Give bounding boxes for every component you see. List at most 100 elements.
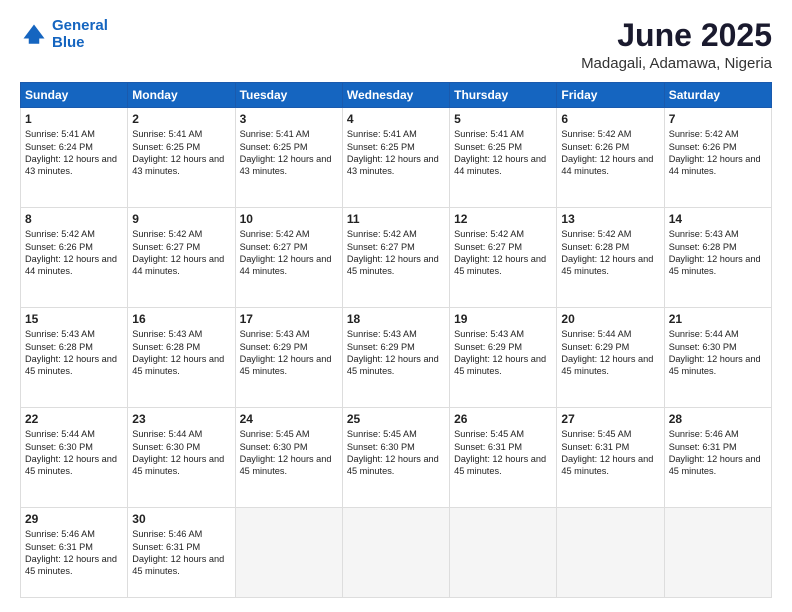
- cell-details: Sunrise: 5:44 AMSunset: 6:29 PMDaylight:…: [561, 328, 659, 378]
- calendar-cell: [235, 508, 342, 598]
- day-number: 22: [25, 412, 123, 426]
- cell-details: Sunrise: 5:42 AMSunset: 6:28 PMDaylight:…: [561, 228, 659, 278]
- calendar-cell: 13 Sunrise: 5:42 AMSunset: 6:28 PMDayligh…: [557, 208, 664, 308]
- calendar-cell: 10Sunrise: 5:42 AMSunset: 6:27 PMDayligh…: [235, 208, 342, 308]
- week-row-2: 8Sunrise: 5:42 AMSunset: 6:26 PMDaylight…: [21, 208, 772, 308]
- day-header-thursday: Thursday: [450, 83, 557, 108]
- cell-details: Sunrise: 5:42 AMSunset: 6:27 PMDaylight:…: [132, 228, 230, 278]
- calendar-header-row: SundayMondayTuesdayWednesdayThursdayFrid…: [21, 83, 772, 108]
- calendar-cell: 16Sunrise: 5:43 AMSunset: 6:28 PMDayligh…: [128, 308, 235, 408]
- day-number: 3: [240, 112, 338, 126]
- day-number: 29: [25, 512, 123, 526]
- calendar-cell: 14 Sunrise: 5:43 AMSunset: 6:28 PMDayligh…: [664, 208, 771, 308]
- page: General Blue June 2025 Madagali, Adamawa…: [0, 0, 792, 612]
- calendar-cell: 6 Sunrise: 5:42 AMSunset: 6:26 PMDaylight…: [557, 108, 664, 208]
- cell-details: Sunrise: 5:42 AMSunset: 6:26 PMDaylight:…: [561, 128, 659, 178]
- calendar-table: SundayMondayTuesdayWednesdayThursdayFrid…: [20, 82, 772, 598]
- cell-details: Sunrise: 5:45 AMSunset: 6:31 PMDaylight:…: [454, 428, 552, 478]
- day-number: 23: [132, 412, 230, 426]
- calendar-cell: 26Sunrise: 5:45 AMSunset: 6:31 PMDayligh…: [450, 408, 557, 508]
- cell-details: Sunrise: 5:41 AMSunset: 6:25 PMDaylight:…: [454, 128, 552, 178]
- day-number: 10: [240, 212, 338, 226]
- day-number: 4: [347, 112, 445, 126]
- main-title: June 2025: [581, 18, 772, 53]
- day-header-saturday: Saturday: [664, 83, 771, 108]
- day-header-friday: Friday: [557, 83, 664, 108]
- logo-icon: [20, 21, 48, 49]
- logo: General Blue: [20, 18, 108, 51]
- calendar-cell: 28 Sunrise: 5:46 AMSunset: 6:31 PMDayligh…: [664, 408, 771, 508]
- cell-details: Sunrise: 5:45 AMSunset: 6:30 PMDaylight:…: [347, 428, 445, 478]
- calendar-cell: [557, 508, 664, 598]
- day-number: 20: [561, 312, 659, 326]
- calendar-cell: 7Sunrise: 5:42 AMSunset: 6:26 PMDaylight…: [664, 108, 771, 208]
- subtitle: Madagali, Adamawa, Nigeria: [581, 55, 772, 72]
- day-number: 6: [561, 112, 659, 126]
- calendar-cell: 21 Sunrise: 5:44 AMSunset: 6:30 PMDayligh…: [664, 308, 771, 408]
- calendar-cell: 5 Sunrise: 5:41 AMSunset: 6:25 PMDaylight…: [450, 108, 557, 208]
- cell-details: Sunrise: 5:42 AMSunset: 6:27 PMDaylight:…: [454, 228, 552, 278]
- calendar-cell: 24 Sunrise: 5:45 AMSunset: 6:30 PMDayligh…: [235, 408, 342, 508]
- day-number: 13: [561, 212, 659, 226]
- calendar-cell: 30 Sunrise: 5:46 AMSunset: 6:31 PMDayligh…: [128, 508, 235, 598]
- cell-details: Sunrise: 5:43 AMSunset: 6:28 PMDaylight:…: [132, 328, 230, 378]
- logo-line1: General: [52, 17, 108, 34]
- day-number: 17: [240, 312, 338, 326]
- calendar-cell: 2Sunrise: 5:41 AMSunset: 6:25 PMDaylight…: [128, 108, 235, 208]
- cell-details: Sunrise: 5:42 AMSunset: 6:27 PMDaylight:…: [347, 228, 445, 278]
- calendar-cell: 22 Sunrise: 5:44 AMSunset: 6:30 PMDayligh…: [21, 408, 128, 508]
- cell-details: Sunrise: 5:43 AMSunset: 6:29 PMDaylight:…: [347, 328, 445, 378]
- day-number: 30: [132, 512, 230, 526]
- calendar-cell: 25 Sunrise: 5:45 AMSunset: 6:30 PMDayligh…: [342, 408, 449, 508]
- week-row-5: 29 Sunrise: 5:46 AMSunset: 6:31 PMDayligh…: [21, 508, 772, 598]
- calendar-cell: 15 Sunrise: 5:43 AMSunset: 6:28 PMDayligh…: [21, 308, 128, 408]
- logo-line2: Blue: [52, 34, 85, 51]
- cell-details: Sunrise: 5:46 AMSunset: 6:31 PMDaylight:…: [132, 528, 230, 578]
- day-header-wednesday: Wednesday: [342, 83, 449, 108]
- day-number: 14: [669, 212, 767, 226]
- cell-details: Sunrise: 5:43 AMSunset: 6:28 PMDaylight:…: [669, 228, 767, 278]
- day-number: 12: [454, 212, 552, 226]
- calendar-cell: 8Sunrise: 5:42 AMSunset: 6:26 PMDaylight…: [21, 208, 128, 308]
- day-number: 18: [347, 312, 445, 326]
- cell-details: Sunrise: 5:46 AMSunset: 6:31 PMDaylight:…: [25, 528, 123, 578]
- day-number: 9: [132, 212, 230, 226]
- cell-details: Sunrise: 5:45 AMSunset: 6:30 PMDaylight:…: [240, 428, 338, 478]
- calendar-cell: [664, 508, 771, 598]
- cell-details: Sunrise: 5:41 AMSunset: 6:25 PMDaylight:…: [240, 128, 338, 178]
- calendar-cell: 18 Sunrise: 5:43 AMSunset: 6:29 PMDayligh…: [342, 308, 449, 408]
- cell-details: Sunrise: 5:44 AMSunset: 6:30 PMDaylight:…: [669, 328, 767, 378]
- cell-details: Sunrise: 5:44 AMSunset: 6:30 PMDaylight:…: [25, 428, 123, 478]
- calendar-cell: 4Sunrise: 5:41 AMSunset: 6:25 PMDaylight…: [342, 108, 449, 208]
- calendar-cell: 12 Sunrise: 5:42 AMSunset: 6:27 PMDayligh…: [450, 208, 557, 308]
- day-number: 24: [240, 412, 338, 426]
- cell-details: Sunrise: 5:44 AMSunset: 6:30 PMDaylight:…: [132, 428, 230, 478]
- calendar-cell: 19Sunrise: 5:43 AMSunset: 6:29 PMDayligh…: [450, 308, 557, 408]
- calendar-cell: 17 Sunrise: 5:43 AMSunset: 6:29 PMDayligh…: [235, 308, 342, 408]
- day-header-tuesday: Tuesday: [235, 83, 342, 108]
- cell-details: Sunrise: 5:41 AMSunset: 6:24 PMDaylight:…: [25, 128, 123, 178]
- week-row-4: 22 Sunrise: 5:44 AMSunset: 6:30 PMDayligh…: [21, 408, 772, 508]
- day-number: 11: [347, 212, 445, 226]
- title-block: June 2025 Madagali, Adamawa, Nigeria: [581, 18, 772, 72]
- day-number: 21: [669, 312, 767, 326]
- logo-text: General Blue: [52, 18, 108, 51]
- cell-details: Sunrise: 5:46 AMSunset: 6:31 PMDaylight:…: [669, 428, 767, 478]
- calendar-cell: [450, 508, 557, 598]
- calendar-cell: 3 Sunrise: 5:41 AMSunset: 6:25 PMDaylight…: [235, 108, 342, 208]
- day-header-monday: Monday: [128, 83, 235, 108]
- day-number: 7: [669, 112, 767, 126]
- calendar-cell: 1Sunrise: 5:41 AMSunset: 6:24 PMDaylight…: [21, 108, 128, 208]
- calendar-cell: 11 Sunrise: 5:42 AMSunset: 6:27 PMDayligh…: [342, 208, 449, 308]
- calendar-cell: 27Sunrise: 5:45 AMSunset: 6:31 PMDayligh…: [557, 408, 664, 508]
- calendar-cell: 20 Sunrise: 5:44 AMSunset: 6:29 PMDayligh…: [557, 308, 664, 408]
- cell-details: Sunrise: 5:43 AMSunset: 6:28 PMDaylight:…: [25, 328, 123, 378]
- calendar-cell: 9 Sunrise: 5:42 AMSunset: 6:27 PMDaylight…: [128, 208, 235, 308]
- day-number: 28: [669, 412, 767, 426]
- cell-details: Sunrise: 5:43 AMSunset: 6:29 PMDaylight:…: [454, 328, 552, 378]
- day-number: 25: [347, 412, 445, 426]
- cell-details: Sunrise: 5:43 AMSunset: 6:29 PMDaylight:…: [240, 328, 338, 378]
- day-number: 15: [25, 312, 123, 326]
- day-number: 5: [454, 112, 552, 126]
- cell-details: Sunrise: 5:45 AMSunset: 6:31 PMDaylight:…: [561, 428, 659, 478]
